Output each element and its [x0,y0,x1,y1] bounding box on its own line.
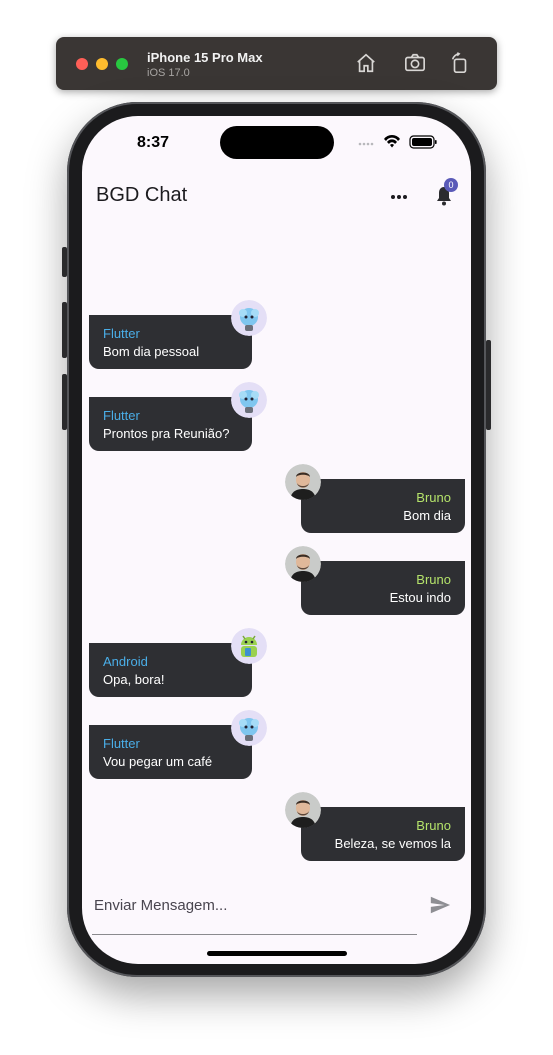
flutter-avatar [231,382,267,418]
os-version: iOS 17.0 [147,67,190,79]
bruno-avatar [285,546,321,582]
action-button [62,247,67,277]
more-horizontal-icon[interactable] [389,187,409,207]
message-item: Flutter Prontos pra Reunião? [89,382,269,451]
message-item: Bruno Estou indo [285,546,465,615]
simulator-toolbar: iPhone 15 Pro Max iOS 17.0 [56,37,497,90]
app-title: BGD Chat [96,184,188,206]
message-text: Prontos pra Reunião? [103,426,230,441]
message-input[interactable] [92,884,421,926]
battery-icon [409,135,437,149]
bruno-avatar [285,792,321,828]
message-bubble: Flutter Bom dia pessoal [89,315,252,369]
message-sender: Bruno [416,490,451,505]
home-icon[interactable] [355,52,377,74]
message-text: Vou pegar um café [103,754,213,769]
message-sender: Flutter [103,326,140,341]
status-icons [358,135,437,149]
notification-badge: 0 [444,178,458,192]
message-sender: Android [103,654,148,669]
rotate-icon[interactable] [449,52,471,74]
message-item: Bruno Beleza, se vemos la [285,792,465,861]
zoom-window-button[interactable] [116,58,128,70]
message-bubble: Bruno Beleza, se vemos la [301,807,465,861]
flutter-avatar [231,300,267,336]
status-time: 8:37 [137,134,170,151]
volume-up-button [62,302,67,358]
send-icon[interactable] [429,894,451,916]
device-name: iPhone 15 Pro Max [147,50,263,65]
message-bubble: Flutter Vou pegar um café [89,725,252,779]
volume-down-button [62,374,67,430]
message-composer [92,884,421,935]
home-indicator[interactable] [207,951,347,956]
flutter-avatar [231,710,267,746]
message-item: Flutter Vou pegar um café [89,710,269,779]
message-text: Bom dia pessoal [103,344,200,359]
wifi-icon [384,135,400,148]
message-item: Android Opa, bora! [89,628,269,697]
message-bubble: Bruno Estou indo [301,561,465,615]
message-sender: Bruno [416,818,451,833]
message-bubble: Bruno Bom dia [301,479,465,533]
message-item: Bruno Bom dia [285,464,465,533]
message-bubble: Flutter Prontos pra Reunião? [89,397,252,451]
message-sender: Bruno [416,572,451,587]
message-text: Bom dia [403,508,451,523]
message-text: Estou indo [389,590,451,605]
signal-icon [358,142,374,146]
screenshot-icon[interactable] [404,52,426,74]
message-text: Opa, bora! [103,672,165,687]
message-sender: Flutter [103,736,140,751]
android-avatar [231,628,267,664]
bruno-avatar [285,464,321,500]
minimize-window-button[interactable] [96,58,108,70]
dynamic-island [220,126,334,159]
message-text: Beleza, se vemos la [334,836,451,851]
message-item: Flutter Bom dia pessoal [89,300,269,369]
power-button [486,340,491,430]
message-bubble: Android Opa, bora! [89,643,252,697]
message-sender: Flutter [103,408,140,423]
close-window-button[interactable] [76,58,88,70]
phone-screen: 8:37 BGD Chat 0 Flutter Bom dia pessoal [82,116,471,964]
